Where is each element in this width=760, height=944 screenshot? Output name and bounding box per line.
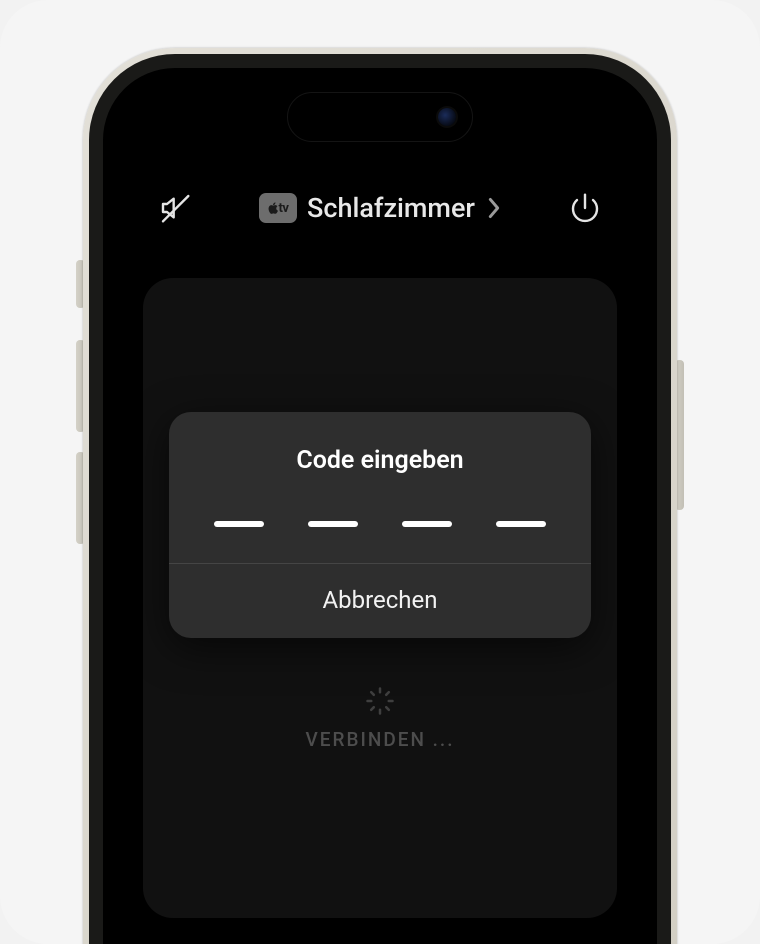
canvas: tv Schlafzimmer xyxy=(0,0,760,944)
phone-frame: tv Schlafzimmer xyxy=(83,48,677,944)
remote-top-bar: tv Schlafzimmer xyxy=(103,188,657,228)
passcode-digit xyxy=(214,521,264,527)
apple-logo-icon xyxy=(268,202,278,214)
power-icon xyxy=(569,192,601,224)
mute-button[interactable] xyxy=(155,188,195,228)
enter-code-dialog: Code eingeben Abbrechen xyxy=(169,412,591,638)
cancel-button[interactable]: Abbrechen xyxy=(169,564,591,638)
device-name: Schlafzimmer xyxy=(307,192,475,224)
chevron-right-icon xyxy=(487,197,501,219)
phone-frame-inner: tv Schlafzimmer xyxy=(89,54,671,944)
passcode-digit xyxy=(308,521,358,527)
screen: tv Schlafzimmer xyxy=(103,68,657,944)
loading-spinner-icon xyxy=(365,686,395,716)
apple-tv-badge: tv xyxy=(259,193,297,223)
device-picker[interactable]: tv Schlafzimmer xyxy=(259,192,501,224)
passcode-digit xyxy=(496,521,546,527)
front-camera-icon xyxy=(438,108,456,126)
passcode-input[interactable] xyxy=(189,521,571,527)
mute-icon xyxy=(159,192,191,224)
passcode-digit xyxy=(402,521,452,527)
dialog-title: Code eingeben xyxy=(189,446,571,475)
dialog-body: Code eingeben xyxy=(169,412,591,563)
power-button[interactable] xyxy=(565,188,605,228)
dynamic-island xyxy=(287,92,473,142)
apple-tv-badge-label: tv xyxy=(279,201,289,216)
connecting-status: VERBINDEN ... xyxy=(103,728,657,751)
